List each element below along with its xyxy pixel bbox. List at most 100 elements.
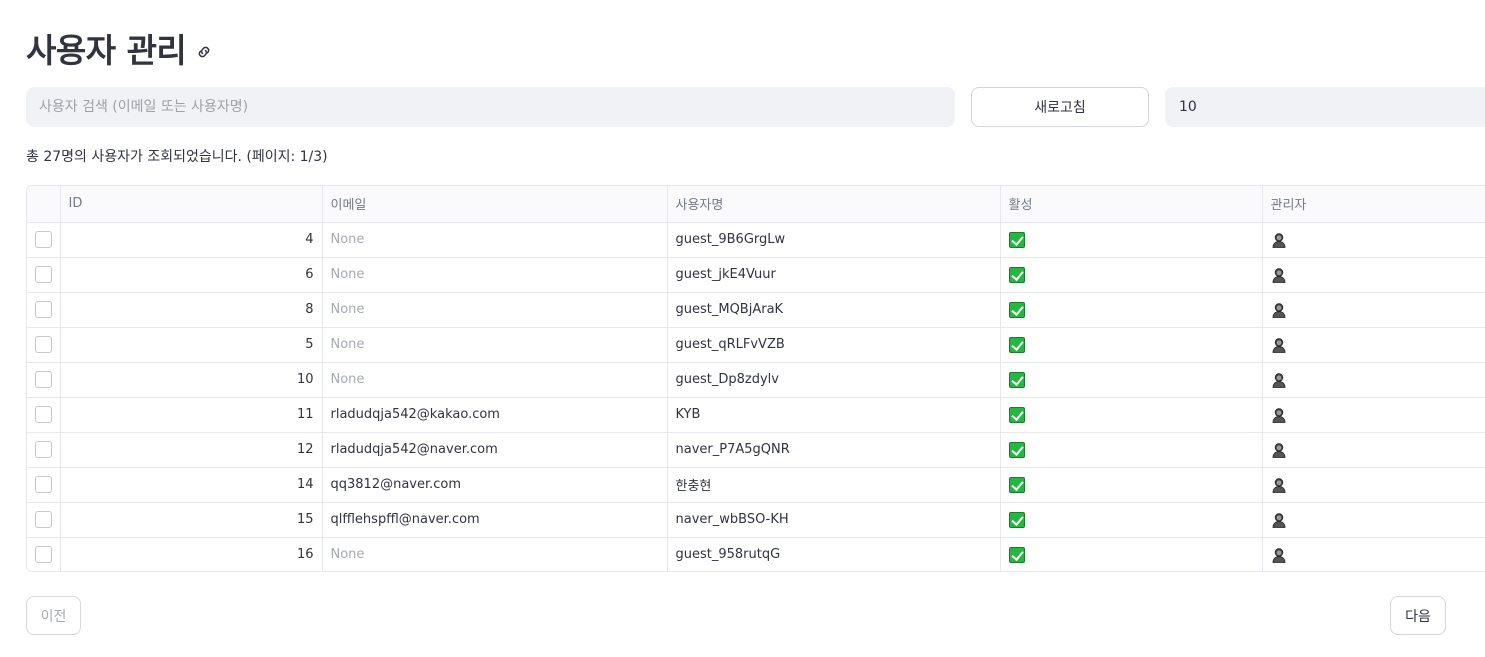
username-cell: guest_958rutqG — [667, 537, 1001, 571]
email-cell: None — [322, 327, 668, 363]
users-table: ID 이메일 사용자명 활성 관리자 4 None guest_9B6GrgLw 6 N… — [26, 185, 1485, 572]
table-row[interactable]: 12 rladudqja542@naver.com naver_P7A5gQNR — [27, 432, 1485, 468]
page-header: 사용자 관리 — [26, 26, 213, 70]
table-row[interactable]: 14 qq3812@naver.com 한충현 — [27, 467, 1485, 503]
search-input[interactable] — [26, 87, 955, 127]
active-cell — [1000, 257, 1263, 293]
page-title: 사용자 관리 — [26, 31, 187, 70]
admin-cell — [1262, 467, 1485, 503]
row-checkbox[interactable] — [34, 476, 52, 493]
column-header-admin[interactable]: 관리자 — [1262, 186, 1485, 223]
email-cell: rladudqja542@naver.com — [322, 432, 668, 468]
row-checkbox[interactable] — [34, 266, 52, 283]
check-mark-icon — [1008, 476, 1025, 493]
person-icon — [1271, 477, 1287, 493]
row-select-cell[interactable] — [27, 222, 61, 258]
row-select-cell[interactable] — [27, 362, 61, 398]
username-cell: guest_MQBjAraK — [667, 292, 1001, 328]
link-icon[interactable] — [195, 43, 213, 61]
person-icon — [1271, 302, 1287, 318]
active-cell — [1000, 222, 1263, 258]
result-summary: 총 27명의 사용자가 조회되었습니다. (페이지: 1/3) — [26, 149, 328, 165]
username-cell: 한충현 — [667, 467, 1001, 503]
check-mark-icon — [1008, 441, 1025, 458]
email-cell: qlfflehspffl@naver.com — [322, 502, 668, 538]
row-select-cell[interactable] — [27, 397, 61, 433]
check-mark-icon — [1008, 371, 1025, 388]
table-row[interactable]: 10 None guest_Dp8zdylv — [27, 362, 1485, 398]
column-header-id[interactable]: ID — [60, 186, 323, 223]
active-cell — [1000, 397, 1263, 433]
table-row[interactable]: 6 None guest_jkE4Vuur — [27, 257, 1485, 293]
id-cell: 11 — [60, 397, 323, 433]
row-select-cell[interactable] — [27, 257, 61, 293]
row-select-cell[interactable] — [27, 292, 61, 328]
id-cell: 14 — [60, 467, 323, 503]
select-column-header — [27, 186, 61, 223]
refresh-button[interactable]: 새로고침 — [971, 87, 1149, 127]
check-mark-icon — [1008, 406, 1025, 423]
table-header-row: ID 이메일 사용자명 활성 관리자 — [27, 186, 1485, 223]
id-cell: 10 — [60, 362, 323, 398]
id-cell: 16 — [60, 537, 323, 571]
active-cell — [1000, 432, 1263, 468]
admin-cell — [1262, 292, 1485, 328]
row-select-cell[interactable] — [27, 502, 61, 538]
person-icon — [1271, 407, 1287, 423]
column-header-active[interactable]: 활성 — [1000, 186, 1263, 223]
admin-cell — [1262, 257, 1485, 293]
row-select-cell[interactable] — [27, 537, 61, 571]
active-cell — [1000, 362, 1263, 398]
admin-cell — [1262, 362, 1485, 398]
column-header-email[interactable]: 이메일 — [322, 186, 668, 223]
row-checkbox[interactable] — [34, 231, 52, 248]
admin-cell — [1262, 222, 1485, 258]
username-cell: naver_P7A5gQNR — [667, 432, 1001, 468]
person-icon — [1271, 512, 1287, 528]
person-icon — [1271, 547, 1287, 563]
page-size-input[interactable]: 10 — [1165, 87, 1485, 127]
id-cell: 4 — [60, 222, 323, 258]
table-row[interactable]: 5 None guest_qRLFvVZB — [27, 327, 1485, 363]
email-cell: None — [322, 362, 668, 398]
active-cell — [1000, 502, 1263, 538]
table-row[interactable]: 8 None guest_MQBjAraK — [27, 292, 1485, 328]
row-checkbox[interactable] — [34, 371, 52, 388]
check-mark-icon — [1008, 266, 1025, 283]
table-row[interactable]: 11 rladudqja542@kakao.com KYB — [27, 397, 1485, 433]
row-select-cell[interactable] — [27, 432, 61, 468]
admin-cell — [1262, 432, 1485, 468]
active-cell — [1000, 292, 1263, 328]
row-checkbox[interactable] — [34, 546, 52, 564]
username-cell: guest_Dp8zdylv — [667, 362, 1001, 398]
admin-cell — [1262, 502, 1485, 538]
column-header-username[interactable]: 사용자명 — [667, 186, 1001, 223]
person-icon — [1271, 337, 1287, 353]
active-cell — [1000, 467, 1263, 503]
person-icon — [1271, 232, 1287, 248]
id-cell: 6 — [60, 257, 323, 293]
username-cell: KYB — [667, 397, 1001, 433]
row-checkbox[interactable] — [34, 336, 52, 353]
username-cell: naver_wbBSO-KH — [667, 502, 1001, 538]
row-select-cell[interactable] — [27, 327, 61, 363]
email-cell: None — [322, 257, 668, 293]
id-cell: 15 — [60, 502, 323, 538]
prev-page-button[interactable]: 이전 — [26, 596, 81, 635]
active-cell — [1000, 537, 1263, 571]
row-select-cell[interactable] — [27, 467, 61, 503]
page-size-value: 10 — [1179, 99, 1197, 115]
row-checkbox[interactable] — [34, 406, 52, 423]
row-checkbox[interactable] — [34, 301, 52, 318]
row-checkbox[interactable] — [34, 511, 52, 528]
admin-cell — [1262, 327, 1485, 363]
email-cell: None — [322, 222, 668, 258]
next-page-button[interactable]: 다음 — [1390, 596, 1446, 635]
check-mark-icon — [1008, 336, 1025, 353]
table-row[interactable]: 4 None guest_9B6GrgLw — [27, 222, 1485, 258]
check-mark-icon — [1008, 301, 1025, 318]
table-row[interactable]: 16 None guest_958rutqG — [27, 537, 1485, 571]
row-checkbox[interactable] — [34, 441, 52, 458]
person-icon — [1271, 372, 1287, 388]
table-row[interactable]: 15 qlfflehspffl@naver.com naver_wbBSO-KH — [27, 502, 1485, 538]
